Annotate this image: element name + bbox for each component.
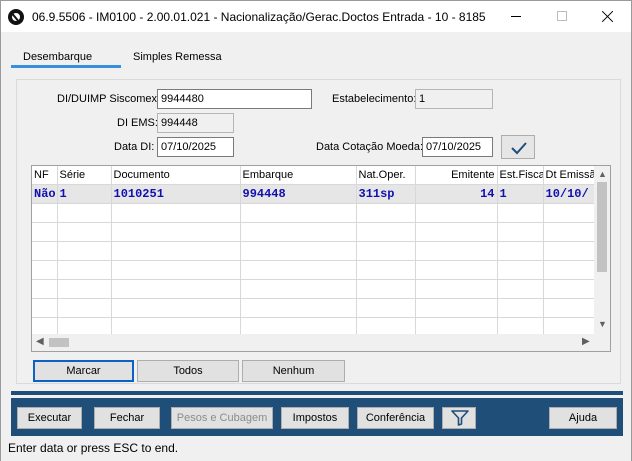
empty-row [32, 279, 596, 299]
tab-simples-remessa[interactable]: Simples Remessa [133, 51, 222, 63]
scroll-left-icon[interactable]: ◀ [36, 336, 44, 347]
impostos-button[interactable]: Impostos [281, 407, 349, 429]
cell-serie[interactable]: 1 [57, 184, 112, 204]
separator-bar [11, 391, 623, 395]
col-header-dt-emissao[interactable]: Dt Emissão [543, 166, 596, 185]
cell-emitente[interactable]: 14 [415, 184, 498, 204]
maximize-button [539, 1, 585, 32]
cell-embarque[interactable]: 994448 [240, 184, 357, 204]
nenhum-button[interactable]: Nenhum [242, 360, 345, 382]
minimize-button[interactable] [493, 1, 539, 32]
di-ems-field: 994448 [157, 113, 234, 133]
todos-button[interactable]: Todos [137, 360, 239, 382]
tab-desembarque[interactable]: Desembarque [23, 51, 92, 63]
filter-button[interactable] [442, 407, 476, 429]
ajuda-button[interactable]: Ajuda [549, 407, 617, 429]
documents-table: NF Série Documento Embarque Nat.Oper. Em… [32, 166, 596, 334]
table-row[interactable]: Não 1 1010251 994448 311sp 14 1 10/10/ [32, 184, 596, 204]
col-header-embarque[interactable]: Embarque [240, 166, 357, 185]
grid-header-row: NF Série Documento Embarque Nat.Oper. Em… [32, 166, 596, 185]
cell-nat-oper[interactable]: 311sp [356, 184, 416, 204]
di-ems-label: DI EMS: [117, 117, 158, 129]
cell-documento[interactable]: 1010251 [111, 184, 241, 204]
di-duimp-label: DI/DUIMP Siscomex: [57, 93, 161, 105]
data-cotacao-label: Data Cotação Moeda: [316, 141, 424, 153]
marcar-button[interactable]: Marcar [33, 360, 134, 382]
maximize-icon [557, 11, 567, 21]
col-header-nf[interactable]: NF [32, 166, 58, 185]
cell-nf[interactable]: Não [32, 184, 58, 204]
window-title: 06.9.5506 - IM0100 - 2.00.01.021 - Nacio… [32, 10, 486, 24]
close-button[interactable] [585, 1, 631, 32]
estabelecimento-label: Estabelecimento: [332, 93, 417, 105]
scroll-down-icon[interactable]: ▼ [598, 319, 607, 329]
col-header-documento[interactable]: Documento [111, 166, 241, 185]
app-logo-icon [8, 9, 24, 25]
empty-row [32, 298, 596, 318]
bottom-toolbar: Executar Fechar Pesos e Cubagem Impostos… [11, 398, 623, 436]
confirm-button[interactable] [501, 135, 535, 159]
status-bar: Enter data or press ESC to end. [1, 438, 631, 461]
active-tab-indicator [11, 65, 121, 68]
scroll-corner [594, 334, 610, 351]
empty-row [32, 317, 596, 334]
data-di-label: Data DI: [114, 141, 155, 153]
vertical-scrollbar[interactable]: ▲ ▼ [594, 166, 610, 334]
filter-icon [451, 410, 469, 426]
data-cotacao-field[interactable]: 07/10/2025 [422, 137, 493, 157]
cell-est-fisca[interactable]: 1 [497, 184, 544, 204]
scroll-up-icon[interactable]: ▲ [598, 169, 607, 179]
data-di-field[interactable]: 07/10/2025 [157, 137, 234, 157]
col-header-est-fisca[interactable]: Est.Fisca [497, 166, 544, 185]
check-icon [511, 142, 527, 155]
pesos-cubagem-button: Pesos e Cubagem [171, 407, 273, 429]
empty-row [32, 241, 596, 261]
empty-row [32, 203, 596, 223]
close-icon [602, 10, 614, 22]
col-header-serie[interactable]: Série [57, 166, 112, 185]
fechar-button[interactable]: Fechar [94, 407, 160, 429]
col-header-emitente[interactable]: Emitente [415, 166, 498, 185]
documents-grid[interactable]: NF Série Documento Embarque Nat.Oper. Em… [31, 165, 611, 352]
empty-row [32, 260, 596, 280]
minimize-icon [511, 16, 521, 17]
estabelecimento-field: 1 [415, 89, 493, 109]
cell-dt-emissao[interactable]: 10/10/ [543, 184, 596, 204]
executar-button[interactable]: Executar [17, 407, 82, 429]
grid-viewport: NF Série Documento Embarque Nat.Oper. Em… [32, 166, 596, 334]
horizontal-scrollbar[interactable]: ◀ ▶ [32, 334, 596, 351]
empty-row [32, 222, 596, 242]
title-bar: 06.9.5506 - IM0100 - 2.00.01.021 - Nacio… [1, 1, 631, 32]
conferencia-button[interactable]: Conferência [357, 407, 434, 429]
vertical-scroll-thumb[interactable] [597, 182, 607, 272]
main-window: 06.9.5506 - IM0100 - 2.00.01.021 - Nacio… [0, 0, 632, 461]
horizontal-scroll-thumb[interactable] [49, 338, 69, 347]
scroll-right-icon[interactable]: ▶ [582, 336, 590, 347]
col-header-nat-oper[interactable]: Nat.Oper. [356, 166, 416, 185]
di-duimp-field[interactable]: 9944480 [157, 89, 312, 109]
